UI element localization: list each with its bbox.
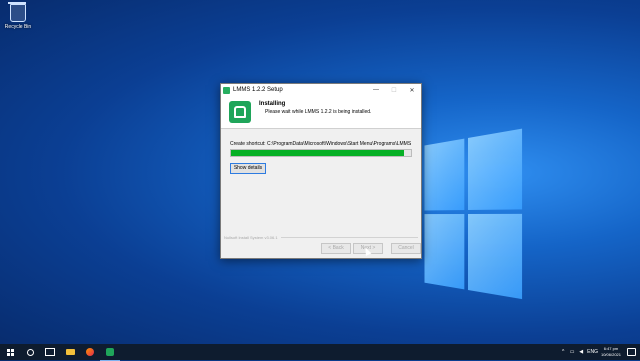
install-progress-bar <box>230 149 412 157</box>
nsis-branding: Nullsoft Install System v3.06.1 <box>224 235 278 240</box>
clock-date: 10/06/2021 <box>600 352 621 357</box>
setup-window: LMMS 1.2.2 Setup — ☐ ✕ Installing Please… <box>220 83 422 259</box>
back-button: < Back <box>321 243 351 254</box>
clock[interactable]: 6:47 pm 10/06/2021 <box>601 346 621 358</box>
installer-header: Installing Please wait while LMMS 1.2.2 … <box>221 96 421 129</box>
lmms-logo-icon <box>229 101 251 123</box>
taskbar: ^ ▭ ◀ ENG 6:47 pm 10/06/2021 <box>0 344 640 361</box>
search-icon <box>26 348 34 356</box>
lmms-app-icon <box>223 86 230 94</box>
task-view-button[interactable] <box>40 344 60 360</box>
folder-icon <box>65 349 75 355</box>
show-details-button[interactable]: Show details <box>230 163 266 174</box>
start-button[interactable] <box>0 344 20 360</box>
windows-wallpaper-logo <box>424 128 523 302</box>
network-icon[interactable]: ▭ <box>569 349 575 355</box>
lmms-taskbar-button[interactable] <box>100 344 120 361</box>
tray-overflow-icon[interactable]: ^ <box>560 349 566 355</box>
task-view-icon <box>45 348 55 356</box>
recycle-bin-icon <box>8 2 26 22</box>
lmms-taskbar-icon <box>106 347 114 356</box>
recycle-bin-label: Recycle Bin <box>4 24 32 30</box>
volume-icon[interactable]: ◀ <box>578 349 584 355</box>
cancel-button: Cancel <box>391 243 421 254</box>
language-indicator[interactable]: ENG <box>587 349 598 355</box>
file-explorer-button[interactable] <box>60 344 80 360</box>
window-titlebar[interactable]: LMMS 1.2.2 Setup — ☐ ✕ <box>221 84 421 96</box>
maximize-button: ☐ <box>391 87 397 94</box>
minimize-button[interactable]: — <box>367 87 385 93</box>
progress-fill <box>231 150 404 156</box>
install-status-text: Create shortcut: C:\ProgramData\Microsof… <box>230 141 412 147</box>
system-tray: ^ ▭ ◀ ENG 6:47 pm 10/06/2021 <box>560 346 640 358</box>
window-title: LMMS 1.2.2 Setup <box>233 87 283 93</box>
recycle-bin-desktop-icon[interactable]: Recycle Bin <box>4 2 32 30</box>
page-title: Installing <box>259 101 286 107</box>
firefox-button[interactable] <box>80 344 100 360</box>
footer-divider <box>280 237 418 238</box>
firefox-icon <box>86 348 94 356</box>
page-subtitle: Please wait while LMMS 1.2.2 is being in… <box>265 109 372 115</box>
notifications-icon[interactable] <box>627 348 636 356</box>
search-button[interactable] <box>20 344 40 360</box>
windows-start-icon <box>6 348 14 356</box>
close-button[interactable]: ✕ <box>403 87 421 94</box>
